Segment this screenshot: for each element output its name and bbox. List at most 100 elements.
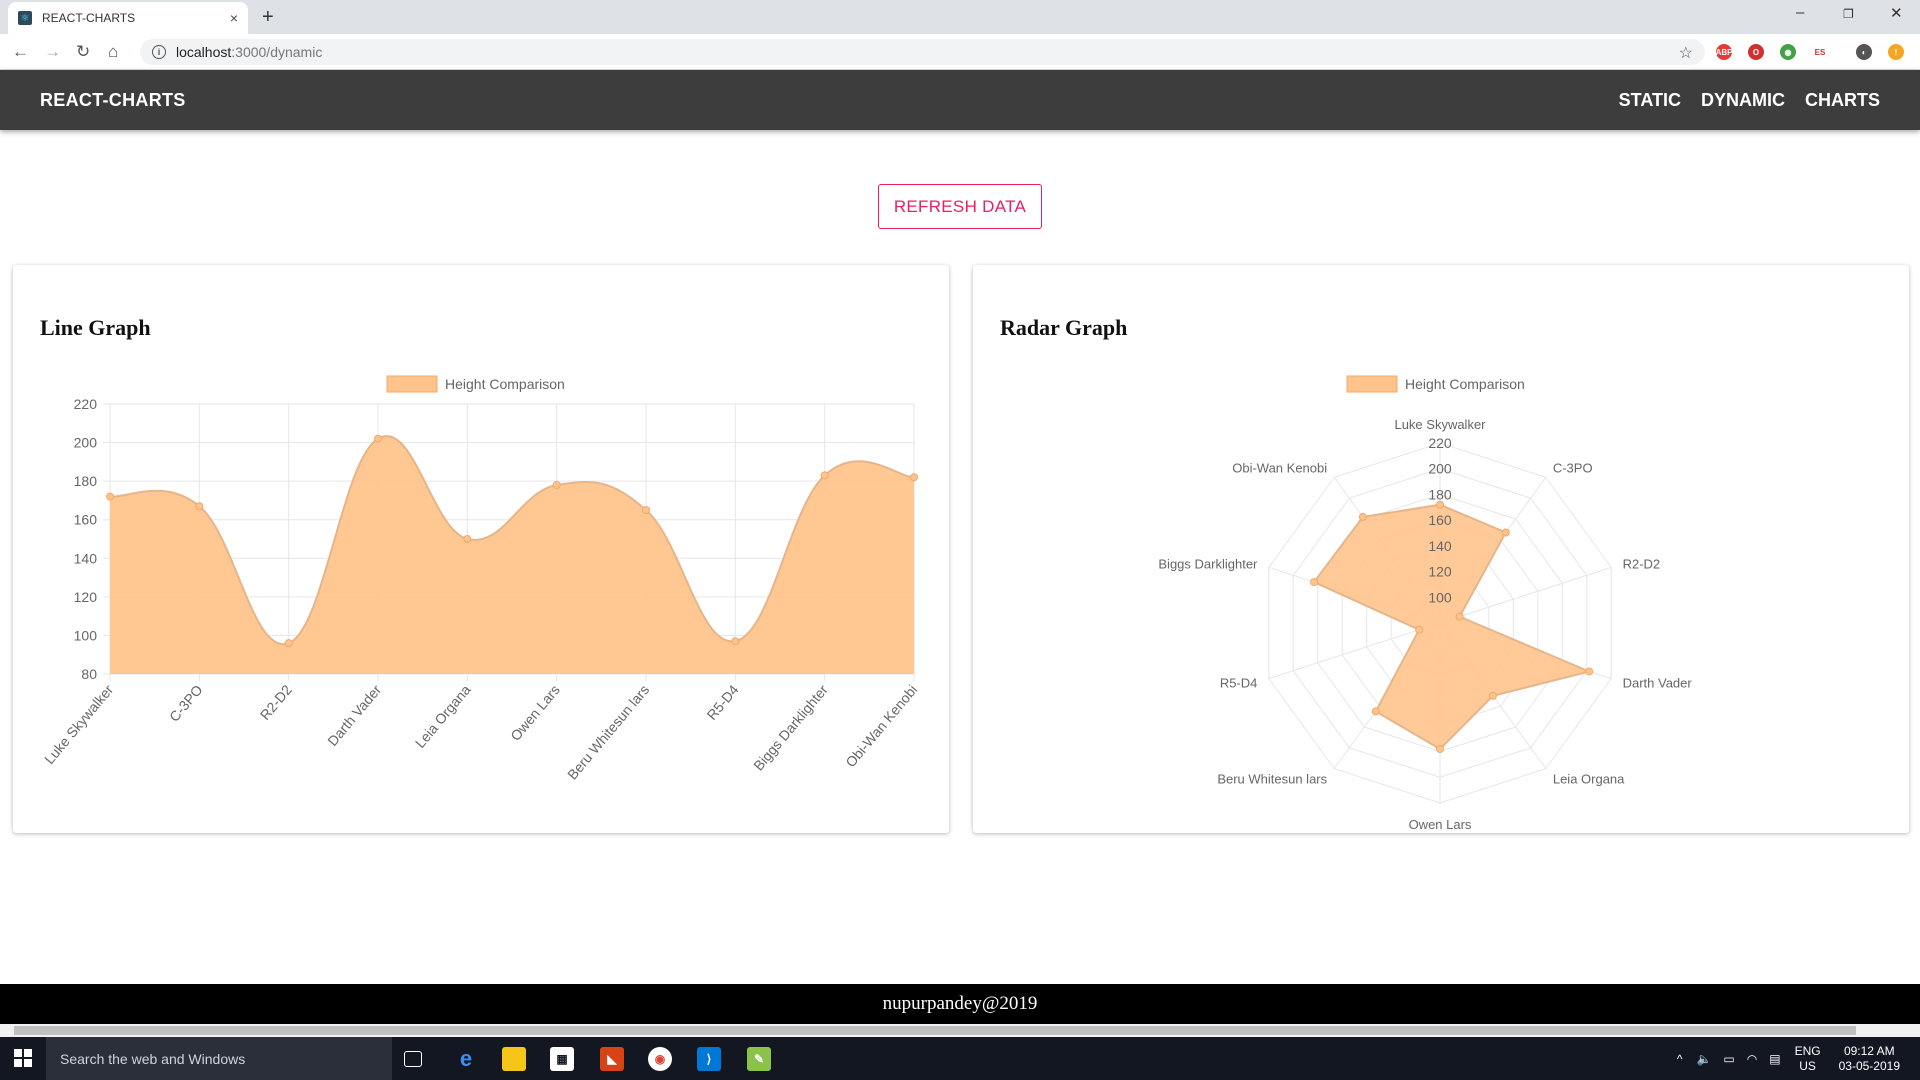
- r-tick-label: 220: [1428, 435, 1452, 451]
- data-point: [463, 535, 472, 543]
- point-label: R5-D4: [1220, 675, 1258, 690]
- taskbar-search-input[interactable]: Search the web and Windows: [46, 1037, 392, 1080]
- address-bar[interactable]: i localhost:3000/dynamic ☆: [140, 39, 1705, 65]
- nav-links: STATIC DYNAMIC CHARTS: [1619, 90, 1880, 111]
- x-tick-label: C-3PO: [166, 682, 206, 725]
- wifi-icon[interactable]: ◠: [1747, 1052, 1757, 1066]
- point-label: Darth Vader: [1623, 675, 1693, 690]
- y-tick-label: 120: [74, 589, 98, 605]
- react-favicon-icon: ⚛: [18, 11, 32, 25]
- file-explorer-icon[interactable]: [502, 1047, 526, 1071]
- point-label: Leia Organa: [1553, 771, 1625, 786]
- x-tick-label: Biggs Darklighter: [750, 681, 831, 773]
- close-window-button[interactable]: ✕: [1890, 4, 1903, 22]
- windows-taskbar: Search the web and Windows e ▦ ◣ ◉ ⟩ ✎ ^…: [0, 1037, 1920, 1080]
- site-info-icon[interactable]: i: [152, 45, 166, 59]
- data-point: [1488, 691, 1497, 700]
- r-tick-label: 180: [1428, 486, 1452, 502]
- notepad-icon[interactable]: ✎: [747, 1047, 771, 1071]
- point-label: Obi-Wan Kenobi: [1232, 461, 1327, 476]
- x-tick-label: R5-D4: [703, 681, 741, 722]
- task-view-icon[interactable]: [404, 1051, 422, 1067]
- maximize-button[interactable]: ❐: [1843, 7, 1854, 21]
- x-tick-label: Obi-Wan Kenobi: [842, 682, 920, 771]
- battery-icon[interactable]: ▭: [1723, 1052, 1734, 1066]
- x-tick-label: Luke Skywalker: [41, 681, 116, 767]
- data-point: [552, 481, 561, 489]
- browser-toolbar: ← → ↻ ⌂ i localhost:3000/dynamic ☆ ABP O…: [0, 34, 1920, 70]
- back-icon[interactable]: ←: [12, 42, 29, 62]
- legend-swatch: [386, 375, 438, 393]
- horizontal-scrollbar[interactable]: [0, 1024, 1920, 1037]
- data-point: [642, 506, 650, 515]
- adblock-icon[interactable]: ABP: [1716, 44, 1732, 60]
- scrollbar-thumb[interactable]: [14, 1026, 1856, 1035]
- data-point: [731, 637, 740, 646]
- legend-label: Height Comparison: [445, 376, 565, 392]
- point-label: Biggs Darklighter: [1158, 557, 1258, 572]
- data-point: [1371, 707, 1380, 716]
- clock-date: 03-05-2019: [1838, 1058, 1900, 1073]
- reload-icon[interactable]: ↻: [76, 42, 90, 62]
- new-tab-button[interactable]: +: [262, 6, 274, 29]
- line-chart: Height Comparison 80 100 120 140 160 180 200 220…: [41, 375, 920, 783]
- minimize-button[interactable]: –: [1796, 4, 1804, 21]
- brand-logo[interactable]: REACT-CHARTS: [40, 90, 186, 111]
- x-tick-label: Owen Lars: [507, 682, 563, 744]
- legend-swatch: [1346, 375, 1398, 393]
- line-graph-card: Line Graph Height Comparison 80 100 120 140 1…: [13, 265, 949, 833]
- system-tray: ^ 🔈 ▭ ◠ ▤ ENG US 09:12 AM 03-05-2019: [1677, 1037, 1920, 1080]
- bookmark-star-icon[interactable]: ☆: [1679, 43, 1693, 63]
- data-point: [1436, 745, 1444, 753]
- y-tick-label: 80: [81, 666, 97, 682]
- browser-tab[interactable]: ⚛ REACT-CHARTS ×: [8, 2, 248, 34]
- data-point: [374, 434, 382, 443]
- radar-graph-card: Radar Graph Height Comparison 100 120 140 16…: [973, 265, 1909, 833]
- app-navbar: REACT-CHARTS STATIC DYNAMIC CHARTS: [0, 70, 1920, 130]
- url-host: localhost: [176, 44, 232, 60]
- point-label: Beru Whitesun lars: [1217, 771, 1327, 786]
- url-path: :3000/dynamic: [231, 44, 323, 60]
- y-tick-label: 160: [74, 512, 98, 528]
- es-extension-icon[interactable]: ES: [1812, 44, 1828, 60]
- chrome-icon[interactable]: ◉: [648, 1047, 672, 1071]
- volume-icon[interactable]: 🔈: [1696, 1052, 1711, 1066]
- x-tick-label: R2-D2: [257, 681, 295, 722]
- point-label: R2-D2: [1623, 557, 1661, 572]
- edge-icon[interactable]: e: [454, 1046, 478, 1071]
- tray-chevron-icon[interactable]: ^: [1677, 1052, 1683, 1066]
- store-icon[interactable]: ▦: [550, 1047, 574, 1071]
- point-label: Luke Skywalker: [1394, 417, 1486, 432]
- nav-link-dynamic[interactable]: DYNAMIC: [1701, 90, 1785, 111]
- region-label: US: [1799, 1058, 1816, 1073]
- extension-globe-icon[interactable]: ◉: [1780, 44, 1796, 60]
- nav-link-charts[interactable]: CHARTS: [1805, 90, 1880, 111]
- office-icon[interactable]: ◣: [600, 1047, 624, 1071]
- windows-start-icon[interactable]: [14, 1049, 32, 1067]
- point-label: Owen Lars: [1409, 817, 1472, 832]
- x-tick-label: Darth Vader: [324, 681, 384, 749]
- home-icon[interactable]: ⌂: [108, 42, 118, 62]
- data-point: [1358, 512, 1367, 521]
- opera-icon[interactable]: O: [1748, 44, 1764, 60]
- language-label[interactable]: ENG: [1795, 1044, 1821, 1059]
- profile-avatar[interactable]: ◐: [1856, 44, 1872, 60]
- y-tick-label: 200: [74, 435, 98, 451]
- data-point: [1501, 528, 1510, 537]
- refresh-data-button[interactable]: REFRESH DATA: [878, 184, 1042, 229]
- y-tick-label: 220: [74, 396, 98, 412]
- update-alert-icon[interactable]: !: [1888, 44, 1904, 60]
- vscode-icon[interactable]: ⟩: [697, 1047, 721, 1071]
- y-tick-label: 100: [74, 627, 98, 643]
- data-point: [106, 492, 114, 501]
- r-tick-label: 140: [1428, 538, 1452, 554]
- nav-link-static[interactable]: STATIC: [1619, 90, 1681, 111]
- forward-icon[interactable]: →: [44, 42, 61, 62]
- area-fill: [110, 436, 914, 674]
- tab-close-icon[interactable]: ×: [230, 10, 238, 26]
- data-point: [1455, 612, 1464, 621]
- browser-tab-bar: ⚛ REACT-CHARTS × + – ❐ ✕: [0, 0, 1920, 34]
- clock-time[interactable]: 09:12 AM: [1844, 1044, 1895, 1059]
- data-point: [1415, 625, 1424, 634]
- action-center-icon[interactable]: ▤: [1769, 1052, 1780, 1066]
